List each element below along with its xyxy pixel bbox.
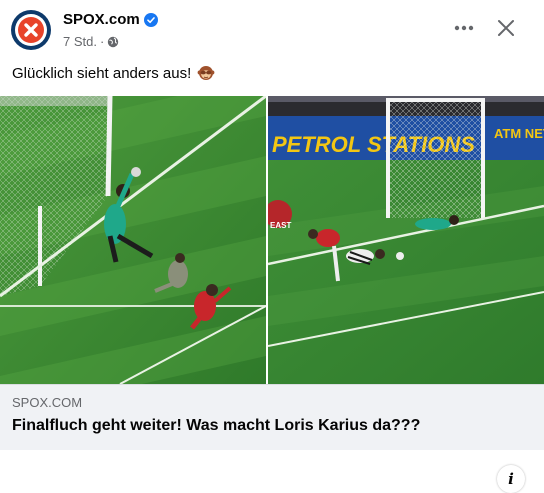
goal-save-image — [0, 96, 266, 384]
more-options-button[interactable] — [448, 14, 480, 42]
banner-extra-text: ATM NETW — [494, 126, 544, 141]
badge-text: EAST — [270, 221, 291, 230]
post-timestamp[interactable]: 7 Std. — [63, 34, 97, 49]
link-preview[interactable]: SPOX.COM Finalfluch geht weiter! Was mac… — [0, 384, 544, 450]
spox-logo-icon — [18, 17, 44, 43]
page-name-row: SPOX.com — [63, 11, 158, 28]
close-icon — [498, 20, 514, 36]
goal-scene-image: PETROL STATIONS ATM NETW EAST — [268, 96, 544, 384]
photo-left[interactable] — [0, 96, 266, 384]
close-button[interactable] — [490, 14, 522, 42]
post-meta: 7 Std. · — [63, 34, 119, 49]
post-header: SPOX.com 7 Std. · — [0, 0, 544, 60]
info-icon: i — [508, 470, 514, 488]
post-media[interactable]: PETROL STATIONS ATM NETW EAST — [0, 96, 544, 493]
link-domain: SPOX.COM — [12, 395, 83, 410]
caption-text: Glücklich sieht anders aus! — [12, 64, 192, 82]
post-caption: Glücklich sieht anders aus! — [12, 64, 215, 82]
more-horizontal-icon — [454, 25, 474, 31]
verified-badge-icon — [143, 12, 158, 27]
photo-right[interactable]: PETROL STATIONS ATM NETW EAST — [268, 96, 544, 384]
see-no-evil-monkey-emoji-icon — [197, 66, 215, 80]
avatar[interactable] — [11, 10, 51, 50]
facebook-post: SPOX.com 7 Std. · Glücklich sieht anders… — [0, 0, 544, 493]
globe-icon — [108, 36, 119, 47]
avatar-ring — [15, 14, 47, 46]
info-button[interactable]: i — [497, 465, 525, 493]
meta-separator: · — [99, 34, 105, 49]
link-title[interactable]: Finalfluch geht weiter! Was macht Loris … — [12, 417, 420, 435]
page-name[interactable]: SPOX.com — [63, 11, 140, 28]
